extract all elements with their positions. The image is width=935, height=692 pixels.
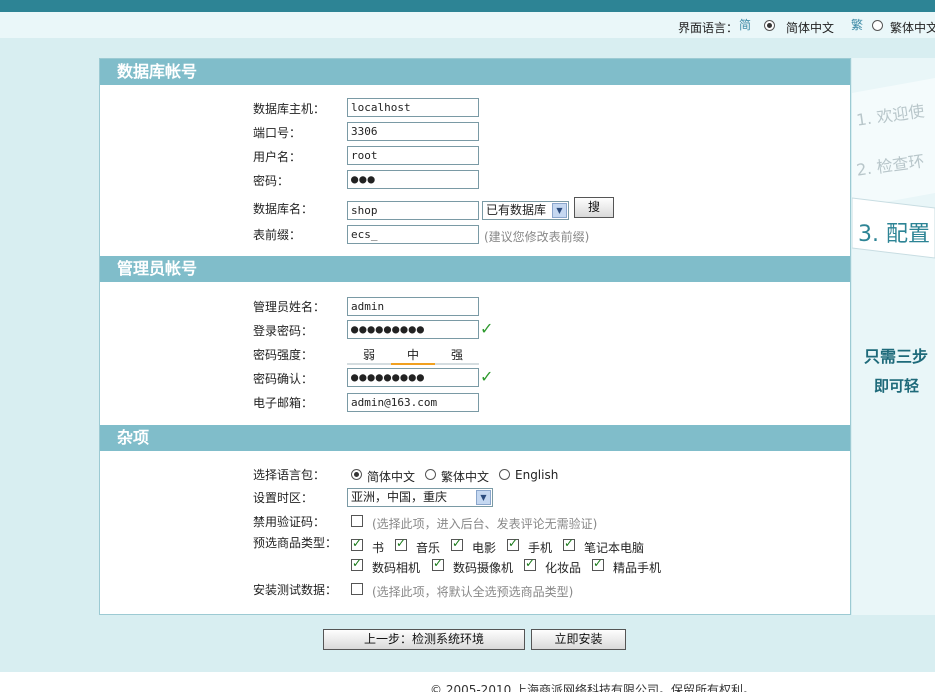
- goods-checkbox[interactable]: [351, 556, 363, 571]
- goods-label-item[interactable]: 书: [372, 539, 384, 556]
- db-user-label: 用户名：: [253, 150, 302, 164]
- langpack-traditional-label[interactable]: 繁体中文: [441, 468, 489, 485]
- step3-label: 3. 配置: [858, 222, 930, 247]
- db-name-label: 数据库名：: [253, 202, 314, 216]
- lang-simplified-label[interactable]: 简体中文: [786, 19, 834, 36]
- goods-checkbox[interactable]: [451, 536, 463, 551]
- db-pass-input[interactable]: ●●●: [347, 170, 479, 189]
- prev-step-button[interactable]: 上一步：检测系统环境: [323, 629, 525, 650]
- goods-label-item[interactable]: 电影: [472, 539, 496, 556]
- section-misc-title: 杂项: [100, 425, 850, 451]
- goods-checkbox[interactable]: [351, 536, 363, 551]
- admin-pass-input[interactable]: ●●●●●●●●●: [347, 320, 479, 339]
- slogan-line2: 即可轻: [874, 377, 920, 395]
- goods-checkbox[interactable]: [507, 536, 519, 551]
- strength-bar: [347, 363, 479, 365]
- steps-card-back: [852, 78, 935, 208]
- admin-name-input[interactable]: admin: [347, 297, 479, 316]
- langpack-traditional-radio[interactable]: [425, 469, 436, 480]
- steps-graphic: [852, 78, 935, 259]
- langpack-simplified-label[interactable]: 简体中文: [367, 468, 415, 485]
- db-user-input[interactable]: root: [347, 146, 479, 165]
- flag-simplified-icon: 简: [739, 18, 752, 32]
- footer: © 2005-2010 上海商派网络科技有限公司。保留所有权利。: [0, 672, 935, 692]
- goods-label-item[interactable]: 数码摄像机: [453, 559, 513, 576]
- config-panel: 数据库帐号 数据库主机： localhost 端口号： 3306 用户名： ro…: [99, 58, 851, 615]
- goods-label: 预选商品类型：: [253, 536, 338, 550]
- goods-label-item[interactable]: 笔记本电脑: [584, 539, 644, 556]
- langpack-label: 选择语言包：: [253, 468, 326, 482]
- admin-pass-label: 登录密码：: [253, 324, 314, 338]
- goods-label-item[interactable]: 化妆品: [545, 559, 581, 576]
- captcha-checkbox[interactable]: [351, 515, 363, 527]
- langpack-english-radio[interactable]: [499, 469, 510, 480]
- admin-email-input[interactable]: admin@163.com: [347, 393, 479, 412]
- chevron-down-icon: ▼: [552, 203, 567, 218]
- admin-confirm-input[interactable]: ●●●●●●●●●: [347, 368, 479, 387]
- db-pass-label: 密码：: [253, 174, 290, 188]
- goods-label-item[interactable]: 手机: [528, 539, 552, 556]
- langpack-simplified-radio[interactable]: [351, 469, 362, 480]
- db-name-input[interactable]: shop: [347, 201, 479, 220]
- goods-label-item[interactable]: 精品手机: [613, 559, 661, 576]
- captcha-hint: (选择此项，进入后台、发表评论无需验证): [372, 517, 598, 531]
- timezone-select[interactable]: 亚洲，中国，重庆 ▼: [347, 488, 493, 507]
- admin-name-label: 管理员姓名：: [253, 300, 326, 314]
- strength-bar-active: [391, 363, 435, 365]
- lang-traditional-radio[interactable]: [872, 20, 883, 31]
- existing-db-select[interactable]: 已有数据库 ▼: [482, 201, 569, 220]
- steps-sidebar: 1. 欢迎使 2. 检查环 3. 配置 只需三步 即可轻: [852, 58, 935, 615]
- section-admin-title: 管理员帐号: [100, 256, 850, 282]
- section-db-title: 数据库帐号: [100, 59, 850, 85]
- language-label: 界面语言：: [678, 21, 739, 35]
- db-host-label: 数据库主机：: [253, 102, 326, 116]
- strength-strong: 强: [451, 348, 464, 362]
- testdata-label: 安装测试数据：: [253, 583, 338, 597]
- timezone-label: 设置时区：: [253, 491, 314, 505]
- goods-label-item[interactable]: 音乐: [416, 539, 440, 556]
- testdata-checkbox[interactable]: [351, 583, 363, 595]
- langpack-english-label[interactable]: English: [515, 468, 558, 482]
- existing-db-value: 已有数据库: [486, 203, 547, 217]
- chevron-down-icon: ▼: [476, 490, 491, 505]
- timezone-value: 亚洲，中国，重庆: [351, 490, 448, 504]
- slogan-line1: 只需三步: [864, 347, 929, 366]
- goods-checkbox[interactable]: [563, 536, 575, 551]
- strength-weak: 弱: [363, 348, 376, 362]
- db-prefix-label: 表前缀：: [253, 228, 302, 242]
- admin-email-label: 电子邮箱：: [253, 396, 314, 410]
- lang-traditional-label[interactable]: 繁体中文: [890, 19, 935, 36]
- lang-simplified-radio[interactable]: [764, 20, 775, 31]
- search-db-button[interactable]: 搜: [574, 197, 614, 218]
- copyright-text: © 2005-2010 上海商派网络科技有限公司。保留所有权利。: [430, 683, 756, 692]
- db-prefix-hint: (建议您修改表前缀): [484, 230, 590, 244]
- confirm-valid-check-icon: ✓: [480, 367, 494, 386]
- testdata-hint: (选择此项，将默认全选预选商品类型): [372, 585, 574, 599]
- strength-medium: 中: [407, 348, 420, 362]
- goods-checkbox[interactable]: [592, 556, 604, 571]
- password-strength-meter: 弱 中 强: [347, 346, 479, 365]
- admin-confirm-label: 密码确认：: [253, 372, 314, 386]
- goods-label-item[interactable]: 数码相机: [372, 559, 420, 576]
- goods-checkbox[interactable]: [395, 536, 407, 551]
- captcha-label: 禁用验证码：: [253, 515, 326, 529]
- goods-checkbox[interactable]: [432, 556, 444, 571]
- pass-valid-check-icon: ✓: [480, 319, 494, 338]
- language-bar: 界面语言： 简 简体中文 繁 繁体中文: [0, 12, 935, 38]
- install-button[interactable]: 立即安装: [531, 629, 626, 650]
- action-bar: 上一步：检测系统环境 立即安装: [0, 615, 935, 672]
- db-host-input[interactable]: localhost: [347, 98, 479, 117]
- top-banner: [0, 0, 935, 12]
- goods-checkbox[interactable]: [524, 556, 536, 571]
- db-port-label: 端口号：: [253, 126, 302, 140]
- db-port-input[interactable]: 3306: [347, 122, 479, 141]
- db-prefix-input[interactable]: ecs_: [347, 225, 479, 244]
- flag-traditional-icon: 繁: [851, 18, 864, 32]
- strength-label: 密码强度：: [253, 348, 314, 362]
